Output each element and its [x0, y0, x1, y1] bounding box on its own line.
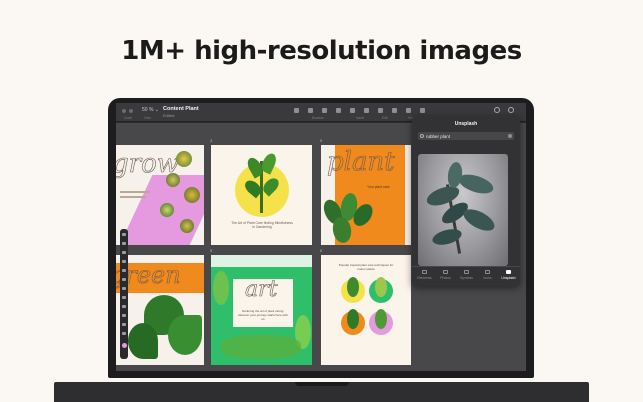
artboard-number: 3 [210, 138, 213, 143]
pen-tool-icon[interactable] [294, 108, 299, 113]
image-tool-icon[interactable] [122, 305, 126, 308]
unsplash-icon [506, 270, 511, 274]
mask-icon[interactable] [336, 108, 341, 113]
tab-photos[interactable]: Photos [435, 270, 456, 280]
artboard-number: 6 [320, 248, 323, 253]
document-title[interactable]: Content Plant [163, 106, 199, 112]
zoom-tool-icon[interactable] [122, 332, 126, 335]
select-tool-icon[interactable] [122, 242, 126, 245]
plant-word: plant [327, 147, 395, 178]
text-tool-icon[interactable] [378, 108, 383, 113]
rubber-plant-photo[interactable] [418, 154, 508, 266]
align-icon[interactable] [406, 108, 411, 113]
panel-title: Unsplash [454, 121, 478, 127]
artboard-plant[interactable]: plant Your plant care [321, 145, 411, 245]
artboard-number: 5 [320, 138, 323, 143]
crop-tool-icon[interactable] [122, 314, 126, 317]
layers-icon[interactable] [420, 108, 425, 113]
laptop-notch [295, 382, 349, 386]
panel-tab-bar: Elements Photos Symbols Icons Unsplash [412, 266, 520, 286]
shape-tool-icon[interactable] [308, 108, 313, 113]
rectangle-tool-icon[interactable] [122, 278, 126, 281]
monstera-image [124, 289, 202, 365]
headline: 1M+ high-resolution images [121, 36, 522, 66]
artboard-green[interactable]: green [116, 255, 204, 365]
card-caption: Nurturing the art of plant caring: disco… [238, 309, 288, 321]
search-icon [420, 134, 424, 138]
plant-image [242, 151, 282, 213]
elements-icon [422, 270, 427, 274]
artboard-plant-care[interactable]: The Art of Plant Care finding Mindfulnes… [211, 145, 312, 245]
component-icon[interactable] [364, 108, 369, 113]
ellipse-tool-icon[interactable] [122, 287, 126, 290]
tool-palette [120, 229, 128, 359]
search-value: rubber plant [426, 133, 451, 139]
hand-tool-icon[interactable] [122, 323, 126, 326]
sidebar-toggle[interactable] [122, 109, 133, 113]
share-icon[interactable] [508, 107, 514, 113]
art-textbox: art Nurturing the art of plant caring: d… [233, 277, 293, 327]
icons-icon [485, 270, 490, 274]
tab-icons[interactable]: Icons [477, 270, 498, 280]
fill-color-swatch[interactable] [121, 343, 127, 348]
artboard-number: 5 [210, 248, 213, 253]
photos-icon [443, 270, 448, 274]
clear-search-icon[interactable] [508, 134, 512, 138]
card-caption: The Art of Plant Care finding Mindfulnes… [231, 221, 293, 230]
tab-elements[interactable]: Elements [414, 270, 435, 280]
fern-image [321, 189, 377, 245]
unsplash-panel: Unsplash rubber plant Elements Photos Sy… [412, 116, 520, 286]
artboard-art[interactable]: art Nurturing the art of plant caring: d… [211, 255, 312, 365]
card-caption: Popular tropical plant care techniques f… [338, 263, 394, 271]
brush-tool-icon[interactable] [122, 269, 126, 272]
pen-tool-icon[interactable] [122, 251, 126, 254]
tab-symbols[interactable]: Symbols [456, 270, 477, 280]
symbols-icon [464, 270, 469, 274]
unsplash-search-input[interactable]: rubber plant [418, 132, 514, 140]
preview-icon[interactable] [494, 107, 500, 113]
tab-unsplash[interactable]: Unsplash [498, 270, 519, 280]
group-icon[interactable] [350, 108, 355, 113]
succulent-image [158, 151, 204, 241]
zoom-control[interactable]: 50 % ⌄ [142, 107, 159, 113]
artboard-grow[interactable]: grow [116, 145, 204, 245]
image-icon[interactable] [392, 108, 397, 113]
boolean-icon[interactable] [322, 108, 327, 113]
pencil-tool-icon[interactable] [122, 260, 126, 263]
artboard-tropical[interactable]: Popular tropical plant care techniques f… [321, 255, 411, 365]
move-tool-icon[interactable] [122, 233, 126, 236]
text-tool-icon[interactable] [122, 296, 126, 299]
